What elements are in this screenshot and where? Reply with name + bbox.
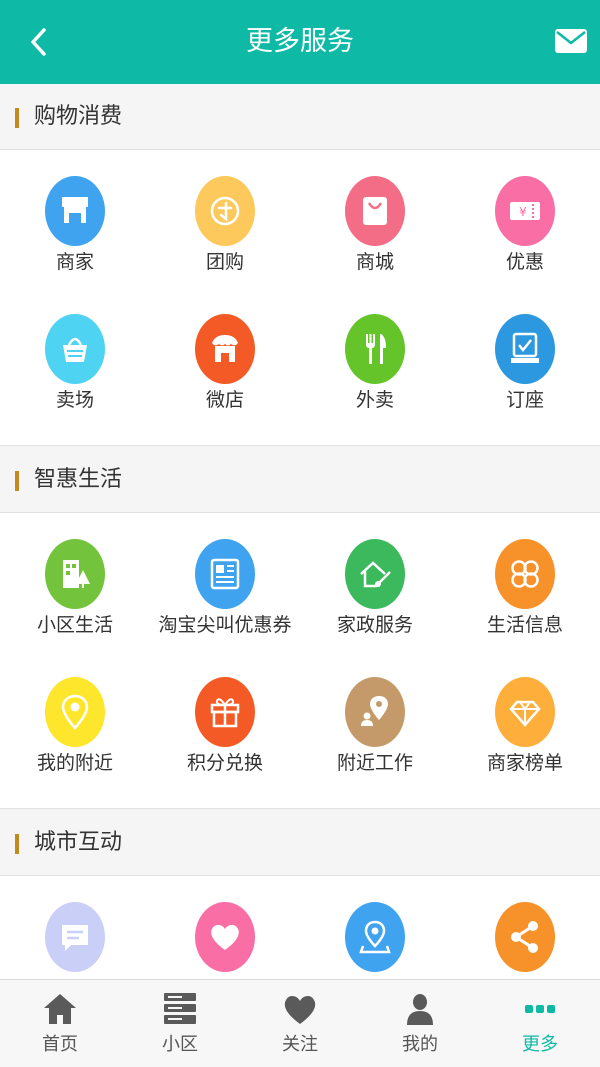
service-grid-city-interaction bbox=[0, 876, 600, 979]
group-buy-icon bbox=[195, 176, 255, 246]
service-label: 订座 bbox=[505, 389, 544, 411]
message-icon bbox=[45, 902, 105, 972]
service-favorite[interactable] bbox=[150, 876, 300, 979]
service-label: 附近工作 bbox=[336, 752, 413, 774]
newspaper-icon bbox=[195, 539, 255, 609]
tab-label: 小区 bbox=[162, 1034, 198, 1055]
service-merchant-ranking[interactable]: 商家榜单 bbox=[450, 651, 600, 789]
service-grid-shopping: 商家 团购 商城 ¥ 优惠 卖场 微店 外卖 订座 bbox=[0, 150, 600, 446]
service-label: 微店 bbox=[205, 389, 244, 411]
service-takeout[interactable]: 外卖 bbox=[300, 288, 450, 426]
service-housekeeping[interactable]: 家政服务 bbox=[300, 513, 450, 651]
tab-label: 我的 bbox=[402, 1034, 438, 1055]
tab-label: 更多 bbox=[522, 1034, 558, 1055]
service-nearby[interactable]: 我的附近 bbox=[0, 651, 150, 789]
top-app-bar: 更多服务 bbox=[0, 0, 600, 84]
page-title: 更多服务 bbox=[246, 26, 354, 57]
svg-text:¥: ¥ bbox=[519, 205, 527, 219]
person-icon bbox=[407, 994, 433, 1025]
tab-more[interactable]: 更多 bbox=[480, 980, 600, 1067]
server-stack-icon bbox=[164, 993, 196, 1024]
section-marker bbox=[15, 834, 19, 854]
tab-mine[interactable]: 我的 bbox=[360, 980, 480, 1067]
community-icon bbox=[45, 539, 105, 609]
clover-icon bbox=[495, 539, 555, 609]
service-grid-smart-life: 小区生活 淘宝尖叫优惠券 家政服务 生活信息 我的附近 积分兑换 附近工作 商家… bbox=[0, 513, 600, 809]
service-label: 商城 bbox=[355, 251, 394, 273]
service-life-info[interactable]: 生活信息 bbox=[450, 513, 600, 651]
more-dots-icon bbox=[525, 1005, 555, 1013]
service-label: 积分兑换 bbox=[186, 752, 263, 774]
tab-label: 首页 bbox=[42, 1034, 78, 1055]
section-marker bbox=[15, 108, 19, 128]
service-label: 团购 bbox=[205, 251, 244, 273]
house-clean-icon bbox=[345, 539, 405, 609]
shopping-bag-icon bbox=[345, 176, 405, 246]
home-icon bbox=[44, 994, 76, 1024]
tab-community[interactable]: 小区 bbox=[120, 980, 240, 1067]
service-group-buy[interactable]: 团购 bbox=[150, 150, 300, 288]
job-location-icon bbox=[345, 677, 405, 747]
service-label: 外卖 bbox=[355, 389, 394, 411]
section-header-shopping: 购物消费 bbox=[0, 84, 600, 150]
map-pin-icon bbox=[345, 902, 405, 972]
service-label: 商家 bbox=[55, 251, 94, 273]
section-header-smart-life: 智惠生活 bbox=[0, 447, 600, 513]
service-shop[interactable]: 商家 bbox=[0, 150, 150, 288]
section-title: 购物消费 bbox=[34, 104, 123, 129]
service-label: 我的附近 bbox=[36, 752, 113, 774]
basket-icon bbox=[45, 314, 105, 384]
diamond-icon bbox=[495, 677, 555, 747]
service-community-life[interactable]: 小区生活 bbox=[0, 513, 150, 651]
service-share[interactable] bbox=[450, 876, 600, 979]
service-taobao-coupon[interactable]: 淘宝尖叫优惠券 bbox=[150, 513, 300, 651]
shop-icon bbox=[45, 176, 105, 246]
service-market[interactable]: 卖场 bbox=[0, 288, 150, 426]
heart-icon bbox=[195, 902, 255, 972]
mail-icon[interactable] bbox=[554, 26, 588, 56]
heart-icon bbox=[284, 995, 316, 1024]
service-label: 家政服务 bbox=[336, 614, 413, 636]
service-map[interactable] bbox=[300, 876, 450, 979]
service-label: 生活信息 bbox=[486, 614, 563, 636]
section-header-city-interaction: 城市互动 bbox=[0, 810, 600, 876]
service-reserve-seat[interactable]: 订座 bbox=[450, 288, 600, 426]
service-points-exchange[interactable]: 积分兑换 bbox=[150, 651, 300, 789]
share-icon bbox=[495, 902, 555, 972]
tab-home[interactable]: 首页 bbox=[0, 980, 120, 1067]
service-label: 商家榜单 bbox=[486, 752, 563, 774]
service-label: 优惠 bbox=[505, 251, 544, 273]
service-label: 小区生活 bbox=[36, 614, 113, 636]
section-title: 智惠生活 bbox=[34, 467, 123, 492]
service-message[interactable] bbox=[0, 876, 150, 979]
coupon-icon: ¥ bbox=[495, 176, 555, 246]
bottom-tab-bar: 首页 小区 关注 我的 更多 bbox=[0, 979, 600, 1067]
service-nearby-jobs[interactable]: 附近工作 bbox=[300, 651, 450, 789]
section-marker bbox=[15, 471, 19, 491]
fork-knife-icon bbox=[345, 314, 405, 384]
tab-label: 关注 bbox=[282, 1034, 318, 1055]
service-mall[interactable]: 商城 bbox=[300, 150, 450, 288]
service-label: 淘宝尖叫优惠券 bbox=[158, 614, 292, 636]
seat-icon bbox=[495, 314, 555, 384]
service-micro-store[interactable]: 微店 bbox=[150, 288, 300, 426]
tab-follow[interactable]: 关注 bbox=[240, 980, 360, 1067]
gift-icon bbox=[195, 677, 255, 747]
micro-store-icon bbox=[195, 314, 255, 384]
location-pin-icon bbox=[45, 677, 105, 747]
service-discount[interactable]: ¥ 优惠 bbox=[450, 150, 600, 288]
section-title: 城市互动 bbox=[34, 830, 123, 855]
service-label: 卖场 bbox=[55, 389, 94, 411]
